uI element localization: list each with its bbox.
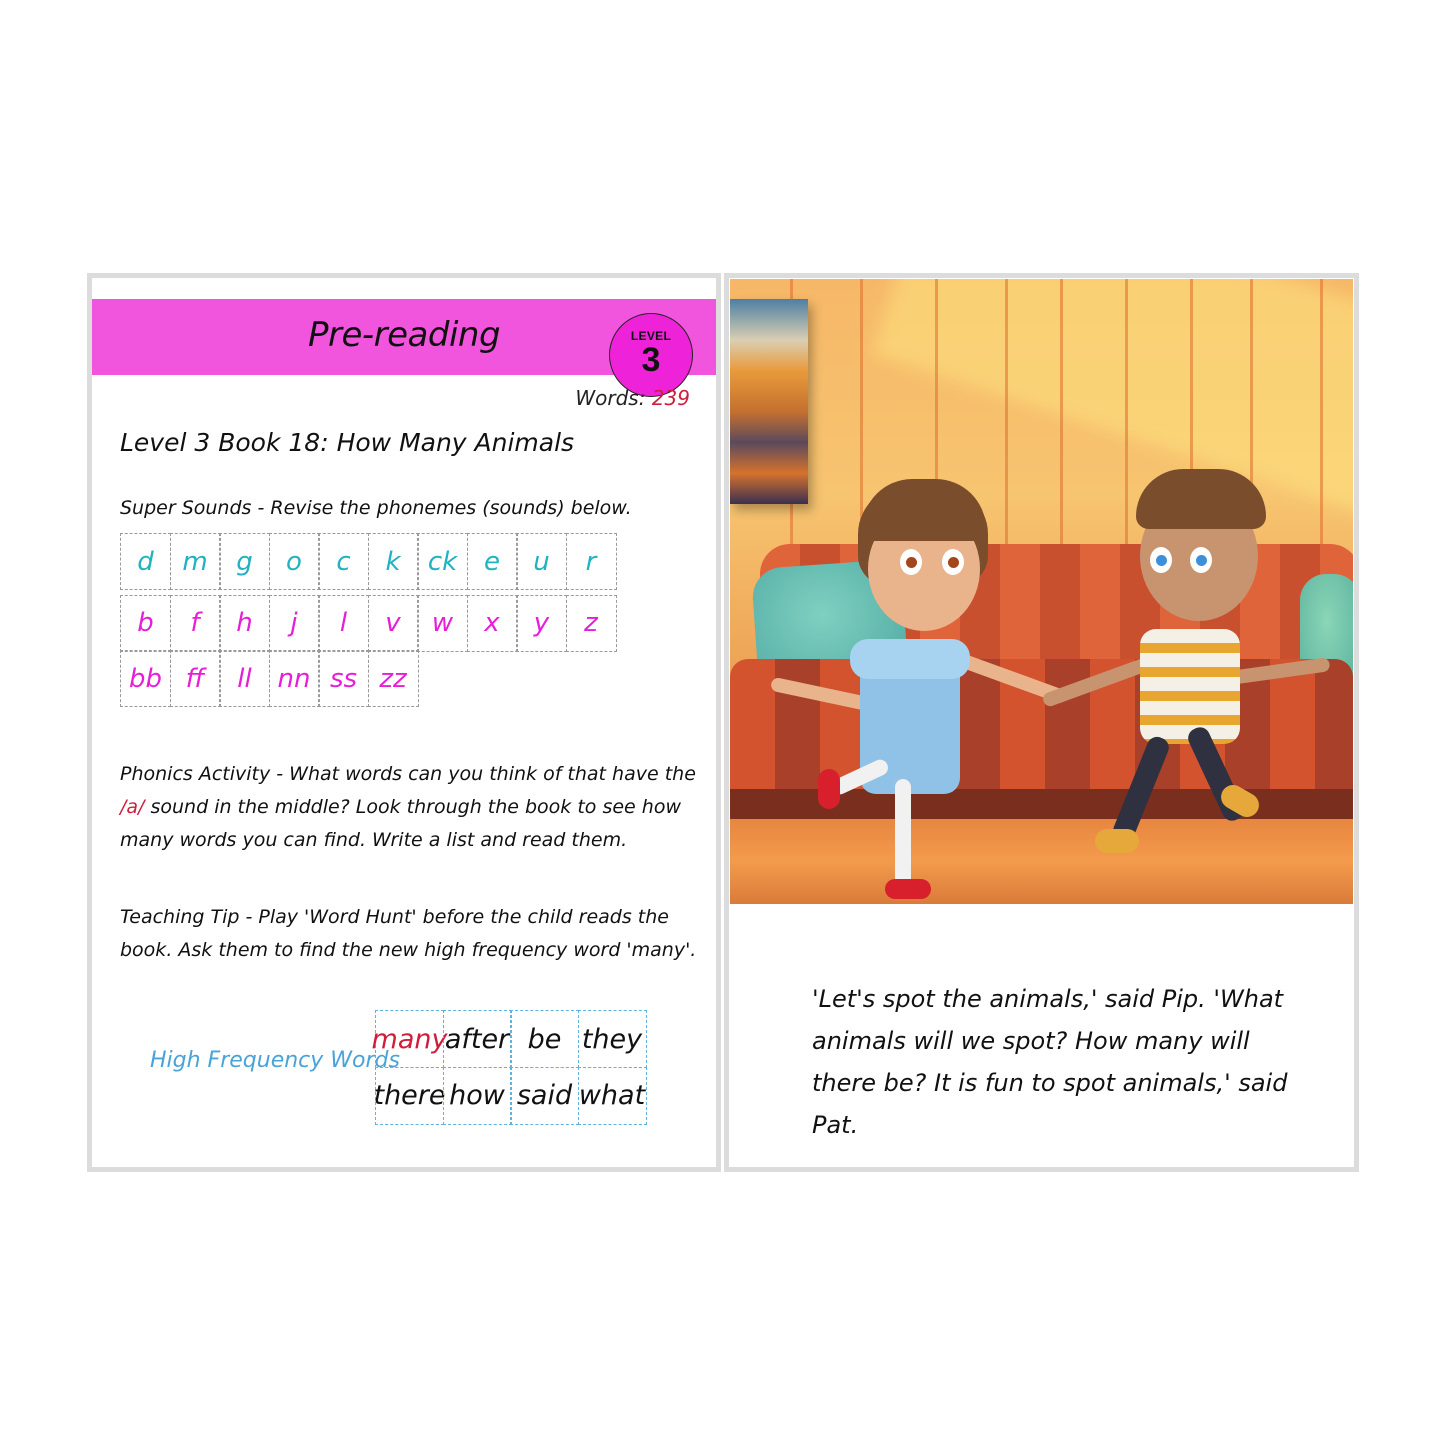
pip-shirt (850, 639, 970, 679)
super-sounds-heading: Super Sounds - Revise the phonemes (soun… (120, 497, 632, 519)
character-pat (1040, 469, 1350, 889)
phoneme-cell: c (318, 533, 369, 590)
phoneme-cell: nn (268, 650, 320, 707)
high-frequency-word: after (442, 1010, 512, 1068)
pat-shoe (1095, 829, 1139, 853)
phoneme-cell: l (318, 594, 369, 652)
pip-eye (900, 549, 922, 575)
story-illustration (730, 279, 1353, 904)
phoneme-cell: y (516, 594, 567, 652)
phoneme-row: d m g o c k ck e u r (120, 533, 617, 590)
level-badge: LEVEL 3 (609, 313, 693, 397)
pat-hair (1136, 469, 1266, 529)
phoneme-cell: zz (367, 650, 419, 707)
phoneme-cell: o (268, 533, 320, 590)
pat-right-arm (1229, 657, 1331, 685)
phoneme-cell: j (268, 594, 320, 652)
high-frequency-word: said (510, 1066, 579, 1125)
pat-front-leg (1110, 733, 1172, 845)
phoneme-cell: k (367, 533, 419, 590)
story-text: 'Let's spot the animals,' said Pip. 'Wha… (812, 985, 1288, 1139)
pat-eye (1150, 547, 1172, 573)
phoneme-cell: g (219, 533, 270, 590)
word-count-value: 239 (651, 386, 690, 410)
phoneme-row: bfhjlvwxyz (120, 594, 617, 652)
high-frequency-word: they (577, 1010, 647, 1068)
phoneme-cell: r (565, 533, 617, 590)
teaching-tip: Teaching Tip - Play 'Word Hunt' before t… (120, 906, 697, 961)
phoneme-cell: u (516, 533, 567, 590)
high-frequency-word: many (372, 1010, 447, 1068)
word-count-label: Words: (575, 386, 646, 410)
phoneme-cell: ss (318, 650, 369, 707)
high-frequency-word: be (510, 1010, 579, 1068)
pre-reading-banner: Pre-reading LEVEL 3 (92, 299, 716, 397)
high-frequency-word: what (577, 1066, 647, 1125)
high-frequency-word: how (442, 1066, 512, 1125)
phoneme-cell: ck (417, 533, 468, 590)
phonics-activity-suffix: sound in the middle? Look through the bo… (120, 796, 681, 851)
left-page: Pre-reading LEVEL 3 Words: 239 Level 3 B… (87, 273, 721, 1172)
high-frequency-grid: many after be they there how said what (372, 1010, 647, 1125)
high-frequency-row: many after be they (372, 1010, 647, 1068)
pip-shoe (885, 879, 931, 899)
phoneme-cell: w (417, 594, 468, 652)
phoneme-cell: h (219, 594, 270, 652)
phonics-activity-prefix: Phonics Activity - What words can you th… (120, 763, 696, 785)
phoneme-cell: b (120, 594, 171, 652)
phoneme-cell: bb (120, 650, 171, 707)
pat-striped-shirt (1140, 629, 1240, 744)
high-frequency-row: there how said what (373, 1066, 647, 1125)
level-number: 3 (641, 341, 661, 379)
high-frequency-word: there (373, 1066, 446, 1125)
word-count: Words: 239 (575, 386, 690, 410)
phoneme-cell: e (466, 533, 518, 590)
pip-leg (895, 779, 911, 889)
phoneme-row: bb ff ll nn ss zz (120, 650, 615, 707)
phoneme-cell: z (565, 594, 617, 652)
pat-eye (1190, 547, 1212, 573)
high-frequency-label: High Frequency Words (150, 1048, 400, 1073)
pip-eye (942, 549, 964, 575)
phoneme-cell: ll (219, 650, 270, 707)
phoneme-cell: v (367, 594, 419, 652)
pip-back-shoe (818, 769, 840, 809)
right-page: 'Let's spot the animals,' said Pip. 'Wha… (724, 273, 1359, 1172)
phoneme-cell: d (120, 533, 171, 590)
phoneme-cell: x (466, 594, 518, 652)
phoneme-cell: f (169, 594, 221, 652)
phoneme-cell: m (169, 533, 221, 590)
pip-fringe (862, 479, 986, 541)
phoneme-cell: ff (169, 650, 221, 707)
book-title: Level 3 Book 18: How Many Animals (120, 428, 575, 457)
phoneme-highlight: /a/ (120, 796, 145, 818)
character-pip (769, 479, 1070, 899)
phonics-activity: Phonics Activity - What words can you th… (120, 758, 710, 857)
wall-painting (730, 299, 808, 504)
phoneme-grid: d m g o c k ck e u r b f h j l v w x y z bb ff ll nn ss zz (120, 533, 617, 707)
